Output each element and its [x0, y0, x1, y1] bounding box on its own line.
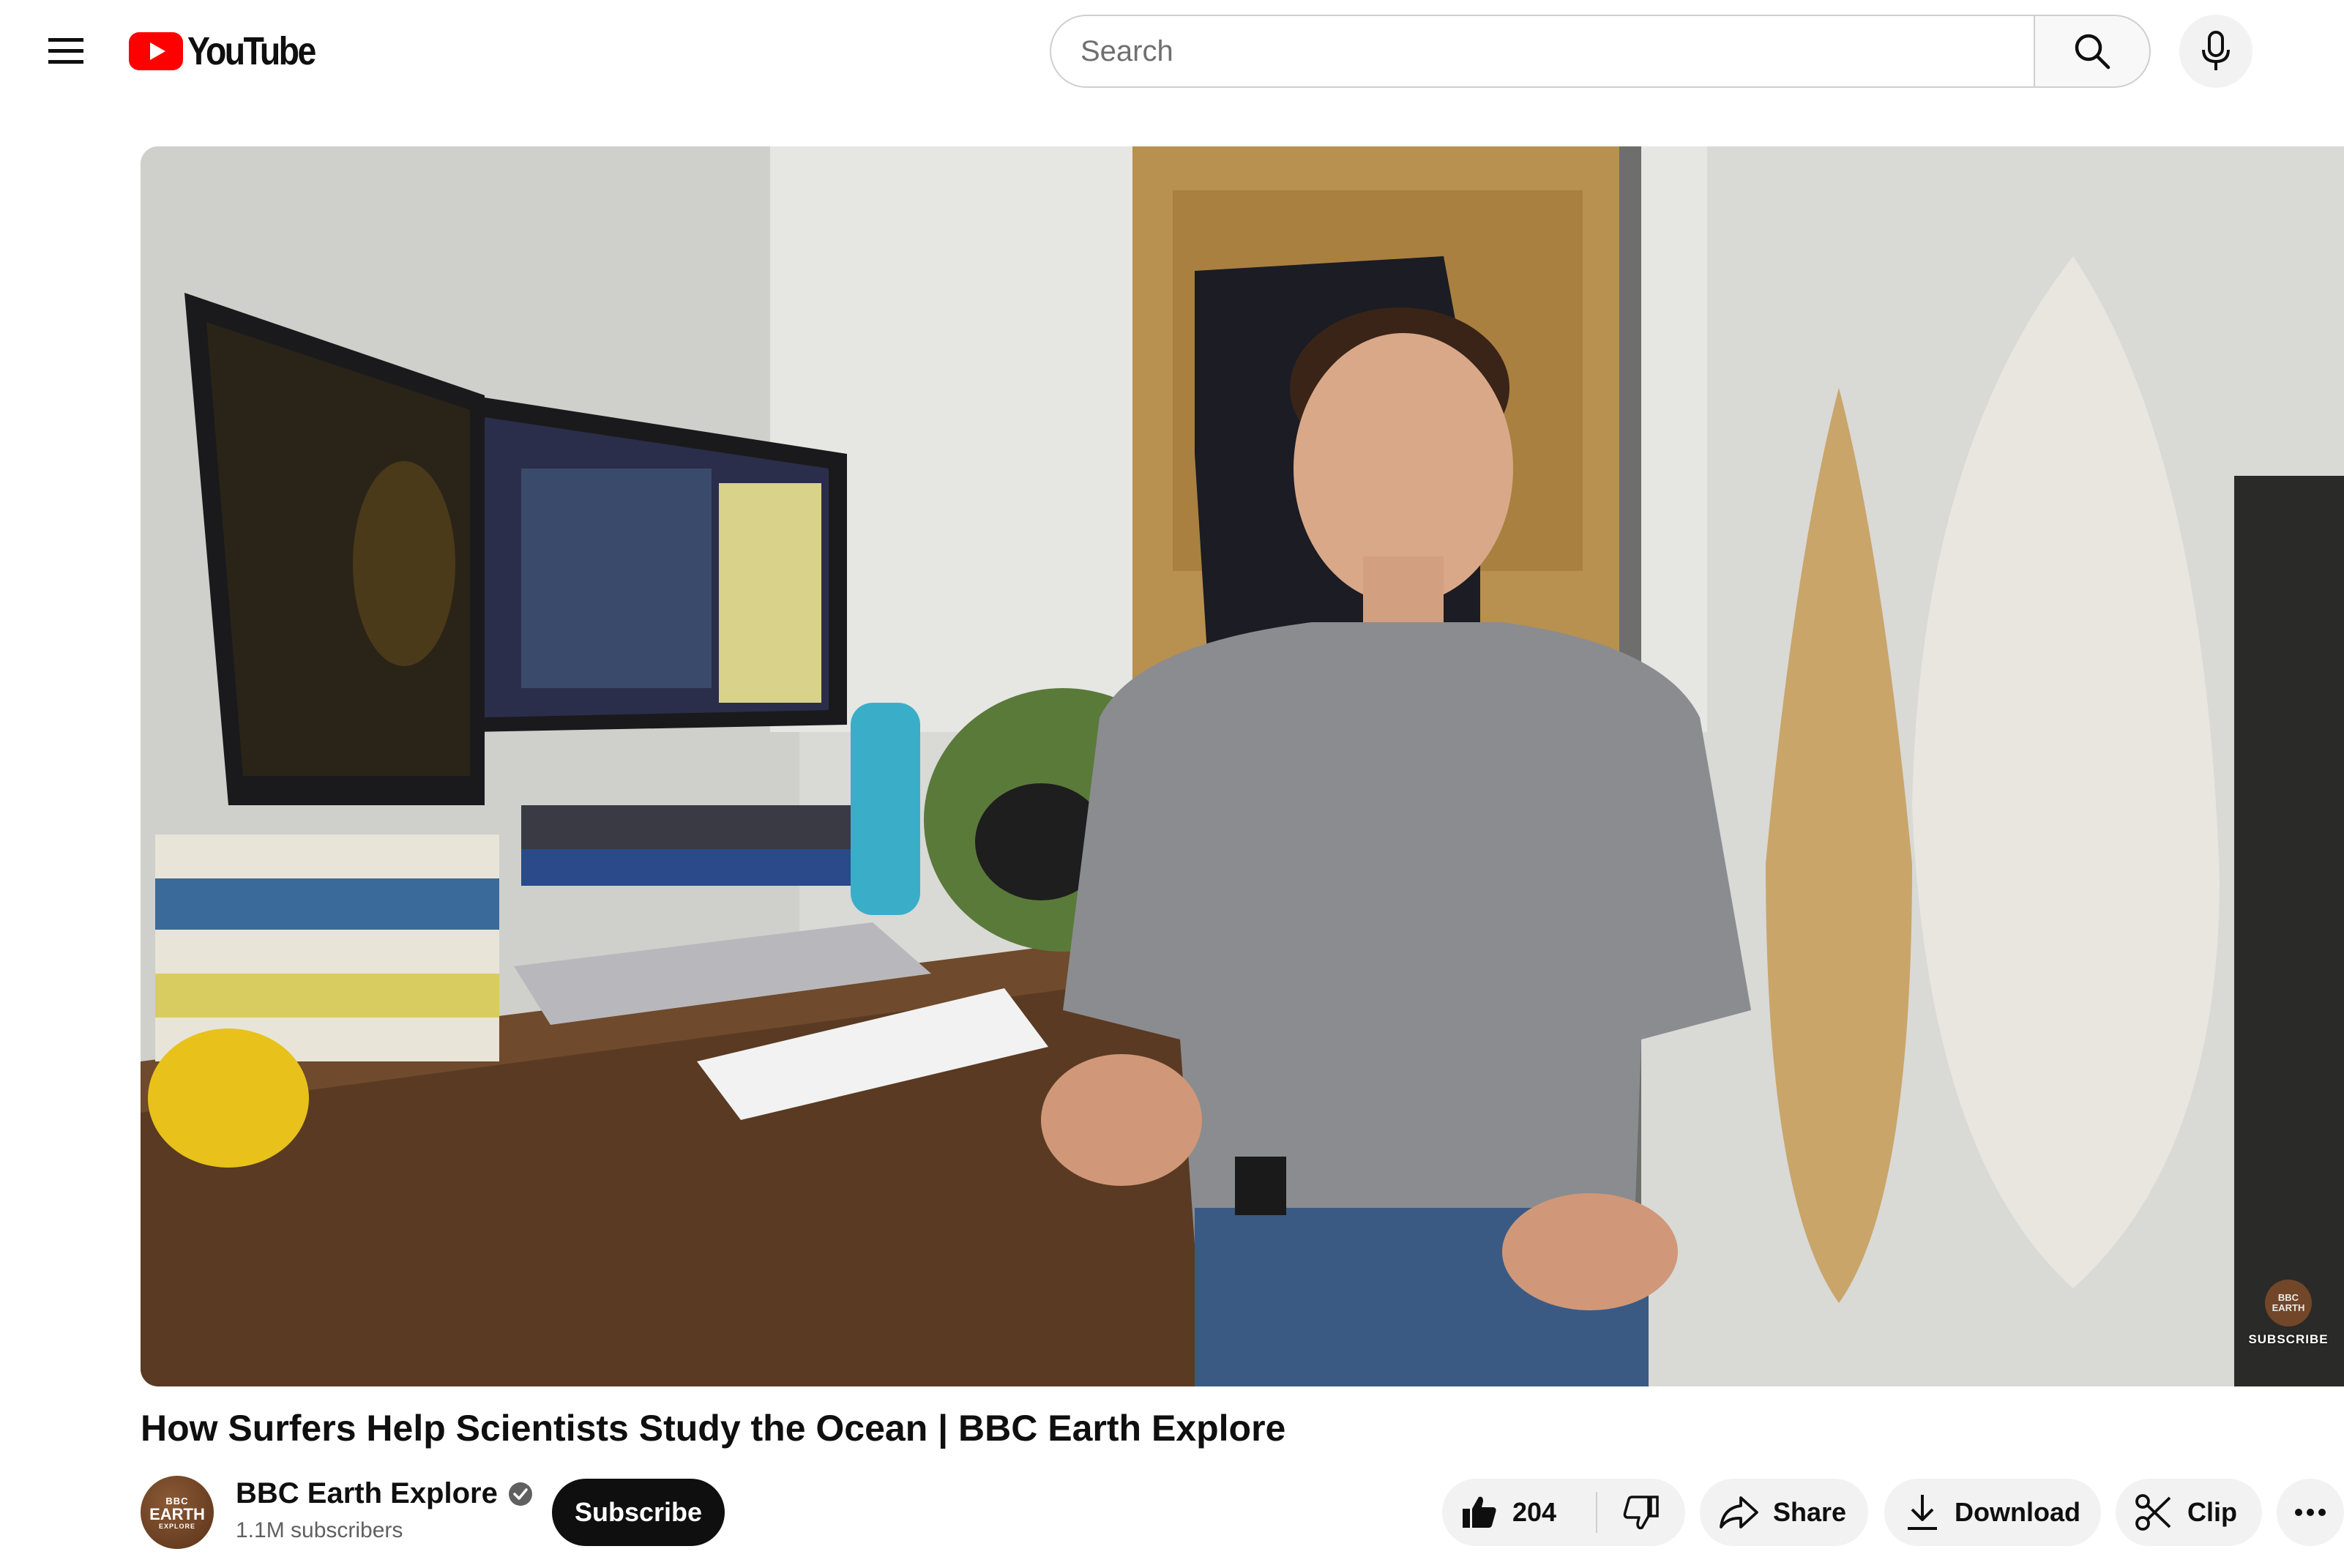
subscribe-button[interactable]: Subscribe	[552, 1479, 725, 1546]
verified-icon	[508, 1482, 532, 1506]
youtube-logo-icon	[129, 32, 183, 70]
clip-button[interactable]: Clip	[2116, 1479, 2262, 1546]
mic-icon	[2202, 31, 2230, 70]
watermark-logo: BBC EARTH	[2265, 1280, 2312, 1326]
download-button[interactable]: Download	[1884, 1479, 2101, 1546]
dislike-button[interactable]	[1597, 1479, 1685, 1546]
channel-watermark[interactable]: BBC EARTH SUBSCRIBE	[2244, 1280, 2332, 1347]
share-icon	[1720, 1496, 1758, 1528]
more-horizontal-icon	[2295, 1509, 2326, 1516]
youtube-logo[interactable]: YouTube	[129, 29, 335, 73]
thumbs-up-icon	[1463, 1496, 1496, 1528]
share-label: Share	[1773, 1497, 1847, 1527]
clip-label: Clip	[2187, 1497, 2237, 1527]
search-icon	[2075, 34, 2110, 70]
like-dislike-group: 204	[1442, 1479, 1685, 1546]
like-button[interactable]: 204	[1442, 1479, 1596, 1546]
video-player[interactable]: BBC EARTH SUBSCRIBE	[141, 146, 2344, 1386]
logo-text: YouTube	[187, 29, 316, 73]
thumbs-down-icon	[1623, 1496, 1659, 1530]
scissors-icon	[2135, 1494, 2171, 1531]
watermark-logo-line2: EARTH	[2272, 1302, 2305, 1313]
channel-avatar[interactable]: BBC EARTH EXPLORE	[141, 1476, 214, 1549]
video-frame	[141, 146, 2344, 1386]
search-input[interactable]	[1050, 15, 2034, 88]
more-actions-button[interactable]	[2277, 1479, 2344, 1546]
download-label: Download	[1955, 1497, 2080, 1527]
subscriber-count: 1.1M subscribers	[236, 1518, 403, 1542]
like-count: 204	[1512, 1497, 1557, 1527]
menu-icon	[48, 38, 83, 64]
share-button[interactable]: Share	[1700, 1479, 1868, 1546]
search-button[interactable]	[2034, 15, 2151, 88]
avatar-line2: EARTH	[149, 1504, 205, 1523]
voice-search-button[interactable]	[2179, 15, 2252, 88]
download-icon	[1908, 1495, 1937, 1530]
channel-name-text[interactable]: BBC Earth Explore	[236, 1477, 498, 1510]
channel-name[interactable]: BBC Earth Explore	[236, 1477, 534, 1510]
menu-button[interactable]	[41, 26, 91, 76]
watermark-subscribe-label: SUBSCRIBE	[2248, 1332, 2329, 1346]
video-title: How Surfers Help Scientists Study the Oc…	[141, 1408, 1286, 1449]
search-bar	[1050, 15, 2151, 88]
watermark-logo-line1: BBC	[2277, 1292, 2299, 1304]
avatar-line3: EXPLORE	[158, 1522, 195, 1530]
